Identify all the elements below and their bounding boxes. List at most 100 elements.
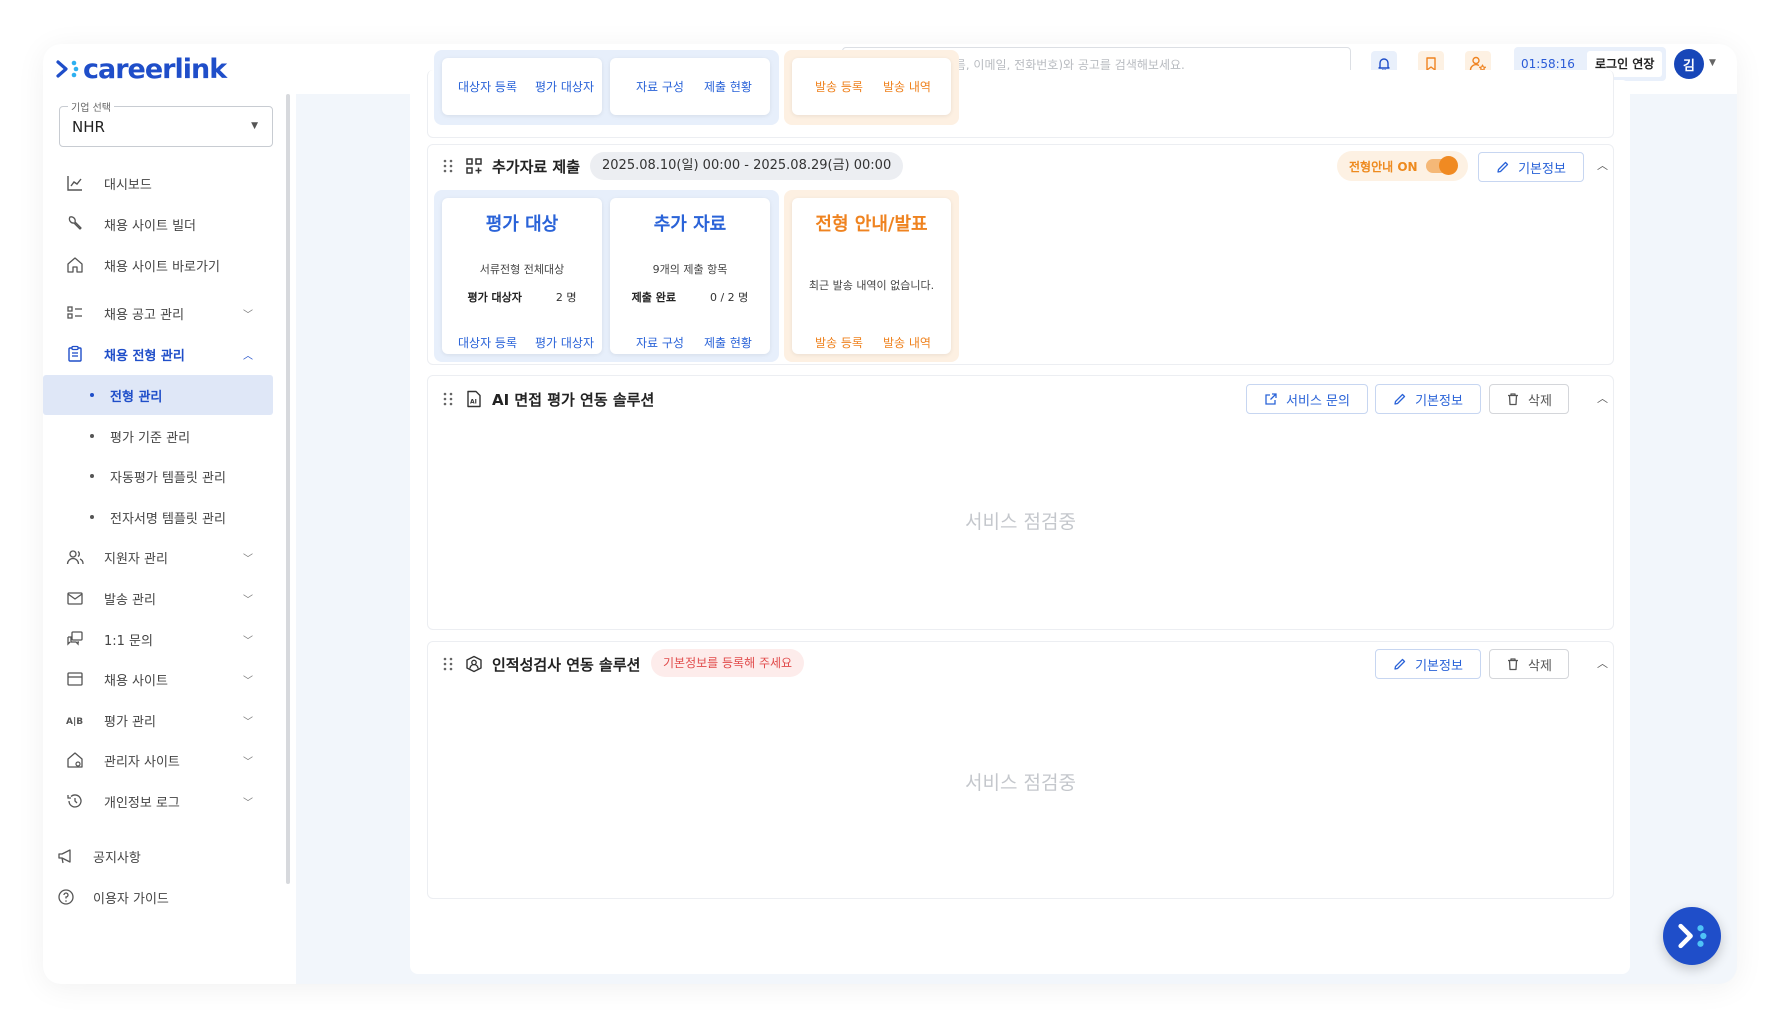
delete-button[interactable]: 삭제 (1489, 384, 1569, 414)
compose-materials-link[interactable]: 자료 구성 (636, 334, 684, 351)
delete-button[interactable]: 삭제 (1489, 649, 1569, 679)
chevron-down-icon: ﹀ (243, 635, 253, 647)
drag-handle-icon[interactable] (442, 158, 454, 174)
sidebar-item-applicants[interactable]: 지원자 관리 ﹀ (43, 537, 286, 577)
send-history-link[interactable]: 발송 내역 (883, 78, 931, 95)
toggle-switch[interactable] (1425, 156, 1458, 175)
maintenance-message: 서비스 점검중 (965, 511, 1076, 533)
stat-value: 2 명 (555, 291, 577, 304)
sidebar-item-label: 이용자 가이드 (93, 891, 169, 907)
sidebar-item-site-shortcut[interactable]: 채용 사이트 바로가기 (43, 245, 286, 285)
sidebar-item-evaluation[interactable]: A|B 평가 관리 ﹀ (43, 700, 286, 740)
card-additional-materials: 추가 자료 9개의 제출 항목 제출 완료 0 / 2 명 자료 구성 제출 현황 (610, 198, 770, 354)
user-badge-icon (466, 655, 482, 673)
sidebar-item-label: 지원자 관리 (104, 551, 168, 567)
card-materials: 자료 구성 제출 현황 (610, 58, 770, 115)
card-subtitle: 서류전형 전체대상 (479, 263, 565, 276)
evaluation-target-link[interactable]: 평가 대상자 (535, 334, 594, 351)
grid-plus-icon (466, 158, 482, 174)
sidebar-item-label: 공지사항 (93, 850, 141, 866)
toggle-label: 전형안내 ON (1349, 159, 1418, 174)
bullet (90, 393, 94, 397)
sidebar-item-user-guide[interactable]: 이용자 가이드 (43, 877, 286, 917)
pencil-icon (1497, 161, 1509, 173)
button-label: 삭제 (1528, 658, 1552, 674)
logo-text: careerlink (83, 53, 227, 85)
chevron-up-icon[interactable]: ︿ (1597, 655, 1608, 671)
sidebar-item-privacy-log[interactable]: 개인정보 로그 ﹀ (43, 781, 286, 821)
section-title: 인적성검사 연동 솔루션 (492, 656, 641, 674)
stat-label: 평가 대상자 (467, 291, 522, 304)
chevron-down-icon: ﹀ (243, 675, 253, 687)
chart-icon (67, 176, 82, 191)
bullet (90, 474, 94, 478)
sidebar: 기업 선택 NHR ▼ 대시보드 채용 사이트 빌더 채용 사이트 바로가기 채… (43, 94, 296, 984)
chevron-up-icon[interactable]: ︿ (1597, 390, 1608, 406)
sidebar-subitem-evaluation-criteria[interactable]: 평가 기준 관리 (43, 416, 286, 456)
sidebar-item-inquiry[interactable]: 1:1 문의 ﹀ (43, 619, 286, 659)
sidebar-item-admin-site[interactable]: 관리자 사이트 ﹀ (43, 740, 286, 780)
sidebar-item-messaging[interactable]: 발송 관리 ﹀ (43, 578, 286, 618)
sidebar-subitem-auto-eval-template[interactable]: 자동평가 템플릿 관리 (43, 456, 286, 496)
drag-handle-icon[interactable] (442, 656, 454, 672)
send-history-link[interactable]: 발송 내역 (883, 334, 931, 351)
additional-materials-section: 추가자료 제출 2025.08.10(일) 00:00 - 2025.08.29… (427, 144, 1614, 365)
service-inquiry-button[interactable]: 서비스 문의 (1246, 384, 1368, 414)
drag-handle-icon[interactable] (442, 391, 454, 407)
browser-icon (67, 672, 83, 686)
edit-basic-info-button[interactable]: 기본정보 (1375, 649, 1481, 679)
session-timer: 01:58:16 (1521, 57, 1575, 71)
card-stat-row: 제출 완료 0 / 2 명 (610, 289, 770, 305)
compose-materials-link[interactable]: 자료 구성 (636, 78, 684, 95)
sidebar-item-label: 채용 공고 관리 (104, 307, 185, 323)
clipboard-icon (68, 345, 82, 362)
edit-basic-info-button[interactable]: 기본정보 (1478, 152, 1584, 182)
logo[interactable]: careerlink (55, 52, 227, 86)
toggle-knob (1438, 156, 1458, 175)
logo-mark-icon (1678, 923, 1707, 949)
register-send-link[interactable]: 발송 등록 (815, 334, 863, 351)
card-subtitle: 최근 발송 내역이 없습니다. (808, 279, 935, 292)
button-label: 기본정보 (1415, 658, 1463, 674)
chat-launcher-button[interactable] (1663, 907, 1721, 965)
sidebar-subitem-esign-template[interactable]: 전자서명 템플릿 관리 (43, 497, 286, 537)
sidebar-subitem-label: 전형 관리 (110, 389, 163, 405)
submission-status-link[interactable]: 제출 현황 (704, 78, 752, 95)
edit-basic-info-button[interactable]: 기본정보 (1375, 384, 1481, 414)
button-label: 삭제 (1528, 393, 1552, 409)
register-target-link[interactable]: 대상자 등록 (458, 78, 517, 95)
chevron-up-icon[interactable]: ︿ (1597, 157, 1608, 173)
register-send-link[interactable]: 발송 등록 (815, 78, 863, 95)
sidebar-scrollbar[interactable] (286, 94, 290, 884)
sidebar-item-recruitment-process[interactable]: 채용 전형 관리 ︿ (43, 334, 286, 374)
sidebar-item-site-builder[interactable]: 채용 사이트 빌더 (43, 204, 286, 244)
sidebar-item-dashboard[interactable]: 대시보드 (43, 163, 286, 203)
ai-document-icon: AI (467, 390, 481, 408)
sidebar-item-label: 발송 관리 (104, 592, 156, 608)
button-label: 기본정보 (1415, 393, 1463, 409)
card-subtitle: 9개의 제출 항목 (652, 263, 728, 276)
card-group-blue: 평가 대상 서류전형 전체대상 평가 대상자 2 명 대상자 등록 평가 대상자 … (434, 190, 779, 362)
caret-down-icon[interactable]: ▼ (1709, 58, 1716, 68)
main-content: 대상자 등록 평가 대상자 자료 구성 제출 현황 발송 등록 발송 내역 추가… (410, 50, 1630, 974)
company-select[interactable]: 기업 선택 NHR ▼ (59, 99, 273, 147)
sidebar-item-recruitment-site[interactable]: 채용 사이트 ﹀ (43, 659, 286, 699)
trash-icon (1508, 658, 1519, 671)
mail-icon (67, 592, 83, 605)
maintenance-message: 서비스 점검중 (965, 772, 1076, 794)
sidebar-item-label: 개인정보 로그 (104, 795, 180, 811)
avatar[interactable]: 김 (1674, 49, 1704, 79)
sidebar-item-notices[interactable]: 공지사항 (43, 836, 286, 876)
sidebar-subitem-process-management[interactable]: 전형 관리 (43, 375, 273, 415)
evaluation-target-link[interactable]: 평가 대상자 (535, 78, 594, 95)
submission-status-link[interactable]: 제출 현황 (704, 334, 752, 351)
register-target-link[interactable]: 대상자 등록 (458, 334, 517, 351)
card-stat-row: 평가 대상자 2 명 (442, 289, 602, 305)
sidebar-item-label: 평가 관리 (104, 714, 156, 730)
list-icon (67, 306, 82, 319)
chevron-down-icon: ﹀ (243, 553, 253, 565)
stat-label: 제출 완료 (631, 291, 676, 304)
sidebar-item-job-posting[interactable]: 채용 공고 관리 ﹀ (43, 293, 286, 333)
stat-value: 0 / 2 명 (709, 291, 749, 304)
guidance-toggle[interactable]: 전형안내 ON (1337, 151, 1468, 181)
